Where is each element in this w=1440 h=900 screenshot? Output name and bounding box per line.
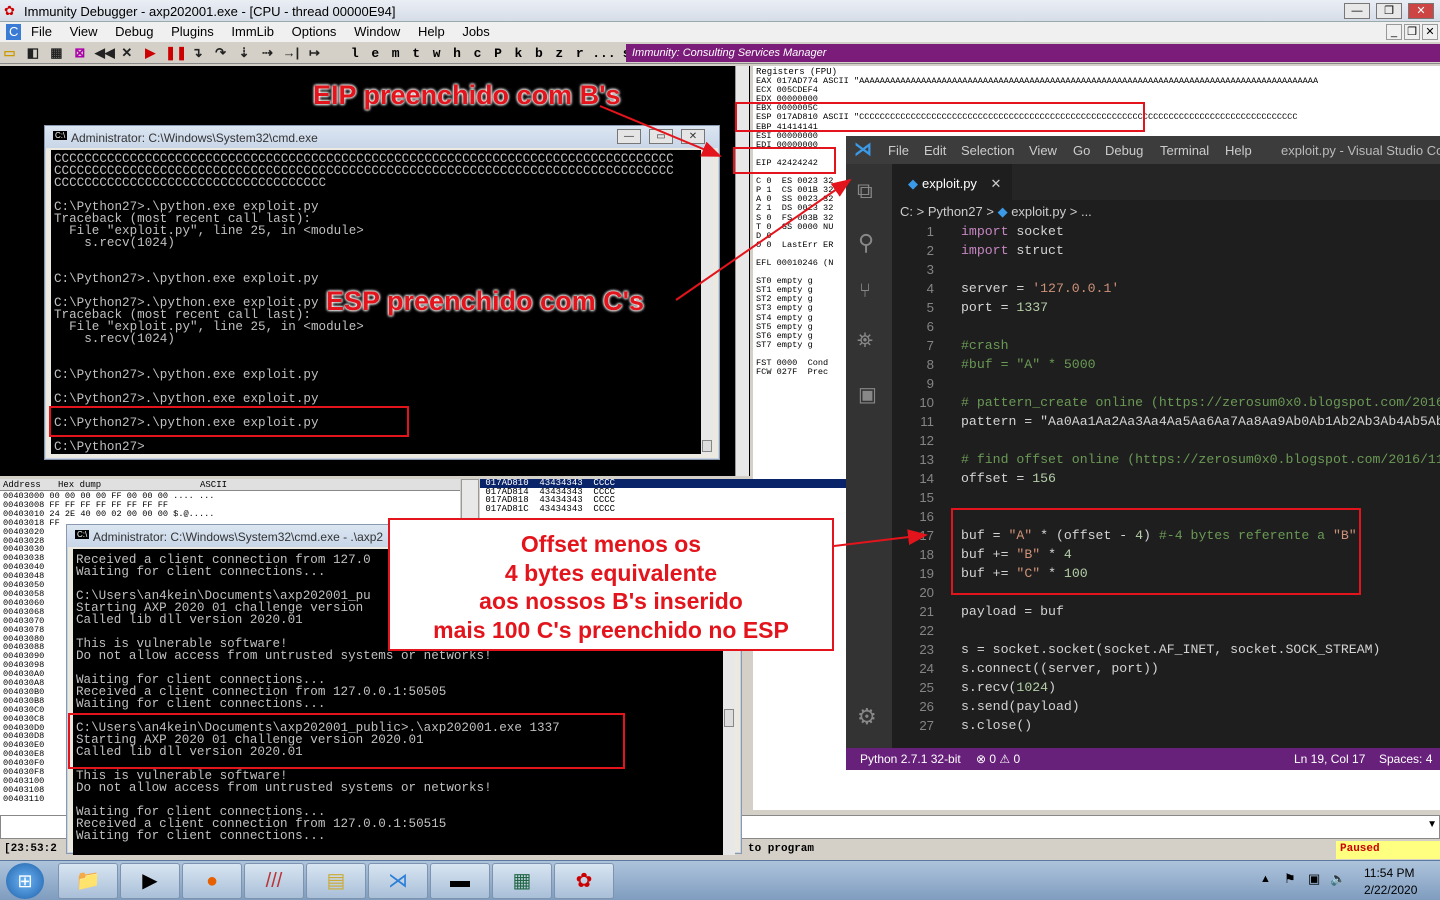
offset-annotation-line: mais 100 C's preenchido no ESP [433, 616, 789, 643]
tray-volume-icon[interactable]: 🔈 [1330, 871, 1346, 887]
offset-annotation-box: Offset menos os 4 bytes equivalente aos … [388, 518, 834, 651]
windows-taskbar: ⊞ 📁 ▶ ● /// ▤ ⋊ ▬ ▦ ✿ ▲ ⚑ ▣ 🔈 11:54 PM 2… [0, 860, 1440, 900]
vscode-taskbar-icon[interactable]: ⋊ [368, 863, 428, 899]
esp-annotation: ESP preenchido com C's [326, 286, 645, 316]
tray-flag-icon[interactable]: ⚑ [1284, 871, 1296, 887]
tray-network-icon[interactable]: ▣ [1308, 871, 1320, 887]
offset-annotation-line: 4 bytes equivalente [504, 559, 718, 586]
offset-arrow [833, 529, 928, 547]
app-taskbar-icon[interactable]: /// [244, 863, 304, 899]
start-button-icon[interactable]: ⊞ [6, 863, 44, 899]
media-player-taskbar-icon[interactable]: ▶ [120, 863, 180, 899]
annotation-arrows [599, 105, 928, 547]
offset-annotation-line: aos nossos B's inserido [479, 588, 743, 614]
explorer-taskbar-icon[interactable]: 📁 [58, 863, 118, 899]
immunity-taskbar-icon[interactable]: ✿ [554, 863, 614, 899]
clock-date[interactable]: 2/22/2020 [1364, 883, 1417, 897]
tray-expand-icon[interactable]: ▲ [1260, 873, 1271, 885]
eip-annotation: EIP preenchido com B's [313, 80, 621, 110]
cmd-taskbar-icon[interactable]: ▬ [430, 863, 490, 899]
clock-time[interactable]: 11:54 PM [1364, 866, 1414, 880]
eip-arrow [599, 105, 722, 157]
offset-annotation-line: Offset menos os [520, 531, 702, 557]
notes-taskbar-icon[interactable]: ▤ [306, 863, 366, 899]
firefox-taskbar-icon[interactable]: ● [182, 863, 242, 899]
network-tool-taskbar-icon[interactable]: ▦ [492, 863, 552, 899]
esp-arrow [675, 178, 852, 301]
